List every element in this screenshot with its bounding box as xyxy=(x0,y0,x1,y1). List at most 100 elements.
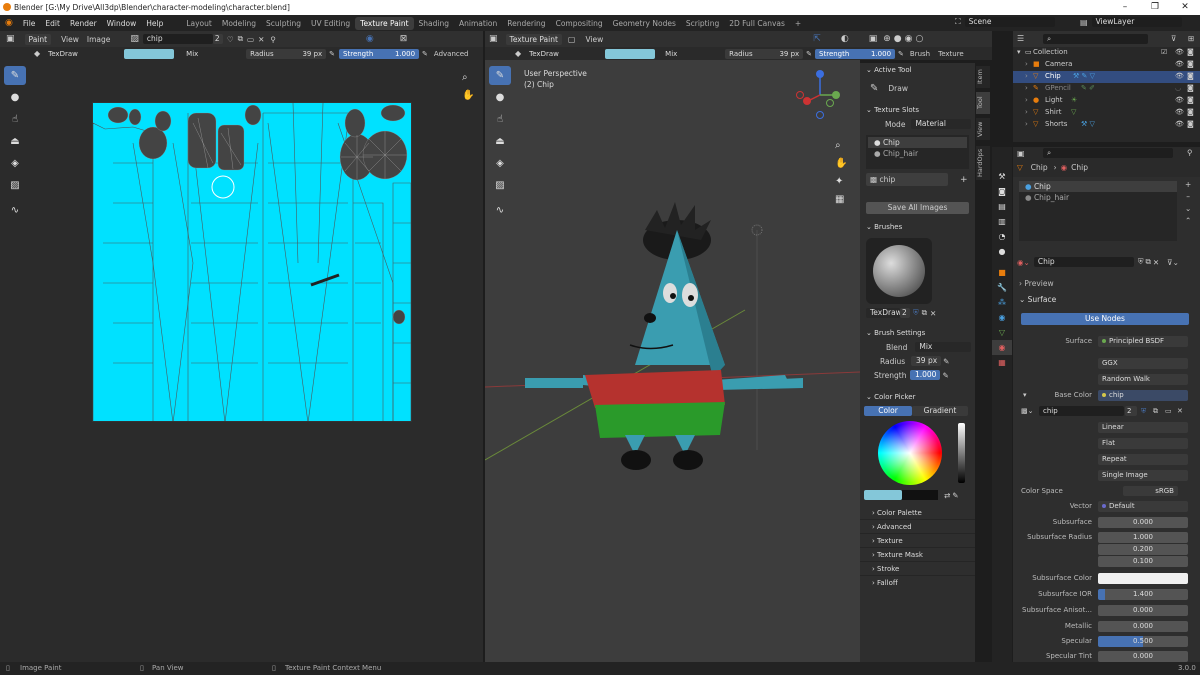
camera-render-icon[interactable]: ◙ xyxy=(1187,60,1194,68)
blend-field[interactable]: Mix xyxy=(915,342,972,352)
overlays-icon[interactable]: ⊠ xyxy=(400,34,408,44)
pin-icon[interactable]: ⚲ xyxy=(270,35,276,44)
shorts-render-icon[interactable]: ◙ xyxy=(1187,120,1194,128)
mask-toggle-icon[interactable]: ▢ xyxy=(568,35,576,44)
tab-geometry-nodes[interactable]: Geometry Nodes xyxy=(608,17,681,30)
interpolation-dropdown[interactable]: Linear xyxy=(1098,422,1188,433)
viewport-color-swatch[interactable] xyxy=(605,48,656,59)
blender-menu-icon[interactable]: ◉ xyxy=(5,18,13,28)
close-image-icon[interactable]: ✕ xyxy=(258,35,264,44)
color-space-dropdown[interactable]: sRGB xyxy=(1123,486,1178,496)
image-slot-field[interactable]: ▩ chip xyxy=(866,173,948,186)
chip-eye-icon[interactable]: 👁 xyxy=(1175,72,1184,80)
light-eye-icon[interactable]: 👁 xyxy=(1175,96,1184,104)
ss-radius-x-field[interactable]: 1.000 xyxy=(1098,532,1188,543)
use-nodes-button[interactable]: Use Nodes xyxy=(1021,313,1189,325)
ss-ior-field[interactable]: 1.400 xyxy=(1098,589,1188,600)
brushes-header[interactable]: ⌄ Brushes xyxy=(860,220,975,234)
material-slot-chip[interactable]: ● Chip xyxy=(1019,181,1177,192)
color-picker-header[interactable]: ⌄ Color Picker xyxy=(860,390,975,404)
spec-tint-field[interactable]: 0.000 xyxy=(1098,651,1188,662)
primary-color-swatch[interactable] xyxy=(864,490,902,500)
scene-selector[interactable]: ⛶ Scene xyxy=(955,17,1055,27)
close-icon[interactable]: ✕ xyxy=(1170,0,1200,15)
vector-field[interactable]: Default xyxy=(1098,501,1188,512)
light-expand-icon[interactable]: › xyxy=(1025,96,1028,104)
gizmo-toggle-icon[interactable]: ⇱ xyxy=(813,34,821,44)
light-render-icon[interactable]: ◙ xyxy=(1187,96,1194,104)
radius-pen-icon[interactable]: ✎ xyxy=(943,357,949,366)
overlays-toggle-icon[interactable]: ◐ xyxy=(841,34,849,44)
material-unlink-icon[interactable]: ✕ xyxy=(1153,258,1159,267)
viewport-pan-icon[interactable]: ✋ xyxy=(835,158,847,169)
viewport-brush-name[interactable]: TexDraw xyxy=(525,48,596,59)
brush-fake-user-icon[interactable]: ⛨ xyxy=(913,308,919,318)
shirt-render-icon[interactable]: ◙ xyxy=(1187,108,1194,116)
brush-menu[interactable]: Brush xyxy=(910,50,930,58)
smear-tool-icon[interactable]: ☝ xyxy=(4,110,26,129)
tab-texture-paint[interactable]: Texture Paint xyxy=(355,16,414,30)
viewport-radius-pressure-icon[interactable]: ✎ xyxy=(806,50,812,58)
outliner-type-icon[interactable]: ☰ xyxy=(1017,34,1024,43)
strength-pen-icon[interactable]: ✎ xyxy=(942,371,948,380)
ss-radius-y-field[interactable]: 0.200 xyxy=(1098,544,1188,555)
viewport-strength-field[interactable]: Strength 1.000 xyxy=(815,48,896,59)
scene-tab-icon[interactable]: ◔ xyxy=(992,229,1012,244)
brush-settings-header[interactable]: ⌄ Brush Settings xyxy=(860,326,975,340)
radius-value[interactable]: 39 px xyxy=(911,356,942,366)
outliner-row-shorts[interactable]: › ▽ Shorts ⚒ ▽ 👁 ◙ xyxy=(1013,119,1200,131)
tab-rendering[interactable]: Rendering xyxy=(502,17,550,30)
navigation-gizmo[interactable] xyxy=(795,65,855,125)
texture-slots-header[interactable]: ⌄ Texture Slots xyxy=(860,103,975,117)
extension-dropdown[interactable]: Repeat xyxy=(1098,454,1188,465)
menu-window[interactable]: Window xyxy=(107,19,137,28)
distribution-dropdown[interactable]: GGX xyxy=(1098,358,1188,369)
strength-value[interactable]: 1.000 xyxy=(910,370,941,380)
tab-item[interactable]: Item xyxy=(976,66,990,88)
vp-draw-tool-icon[interactable]: ✎ xyxy=(489,66,511,85)
shading-material-icon[interactable]: ◉ xyxy=(905,34,913,44)
surface-shader-field[interactable]: Principled BSDF xyxy=(1098,336,1188,347)
zoom-view-icon[interactable]: ⌕ xyxy=(462,72,468,83)
active-tool-header[interactable]: ⌄ Active Tool xyxy=(860,63,975,77)
new-image-icon[interactable]: ⧉ xyxy=(238,34,243,44)
advanced-menu[interactable]: Advanced xyxy=(434,50,469,58)
falloff-panel[interactable]: › Falloff xyxy=(860,576,975,590)
mask-tool-icon[interactable]: ▨ xyxy=(4,176,26,195)
material-tab-icon[interactable]: ◉ xyxy=(992,340,1012,355)
xray-icon[interactable]: ▣ xyxy=(869,34,878,44)
menu-file[interactable]: File xyxy=(23,19,36,28)
minimize-icon[interactable]: – xyxy=(1110,0,1140,15)
tab-uv-editing[interactable]: UV Editing xyxy=(306,17,355,30)
fake-user-icon[interactable]: ♡ xyxy=(227,35,234,44)
collection-eye-icon[interactable]: 👁 xyxy=(1175,48,1184,56)
node-image-copy-icon[interactable]: ⧉ xyxy=(1153,407,1158,416)
menu-render[interactable]: Render xyxy=(70,19,97,28)
image-menu[interactable]: Image xyxy=(87,35,111,44)
outliner-row-camera[interactable]: › ■ Camera 👁 ◙ xyxy=(1013,59,1200,71)
view-layer-tab-icon[interactable]: ▥ xyxy=(992,214,1012,229)
scene-name[interactable]: Scene xyxy=(964,17,1055,27)
vp-clone-tool-icon[interactable]: ⏏ xyxy=(489,132,511,151)
world-tab-icon[interactable]: ● xyxy=(992,244,1012,259)
preview-panel[interactable]: › Preview xyxy=(1019,279,1054,288)
render-tab-icon[interactable]: ◙ xyxy=(992,184,1012,199)
new-collection-icon[interactable]: ⊞ xyxy=(1188,34,1194,43)
fill-tool-icon[interactable]: ◈ xyxy=(4,154,26,173)
image-browse-field-icon[interactable]: ▩⌄ xyxy=(1021,407,1033,415)
strength-pressure-icon[interactable]: ✎ xyxy=(422,50,428,58)
tab-modeling[interactable]: Modeling xyxy=(217,17,261,30)
image-browse-icon[interactable]: ▨ xyxy=(130,34,139,44)
active-tool-row[interactable]: ✎ Draw xyxy=(860,77,975,99)
save-all-images-button[interactable]: Save All Images xyxy=(866,202,969,214)
viewport-strength-pressure-icon[interactable]: ✎ xyxy=(898,50,904,58)
editor-type-icon[interactable]: ▣ xyxy=(6,34,15,44)
vp-fill-tool-icon[interactable]: ◈ xyxy=(489,154,511,173)
outliner-filter-icon[interactable]: ⊽ xyxy=(1171,34,1177,43)
subsurface-method-dropdown[interactable]: Random Walk xyxy=(1098,374,1188,385)
outliner-row-gpencil[interactable]: › ✎ GPencil ✎ ✐ ◡ ◙ xyxy=(1013,83,1200,95)
vp-soften-tool-icon[interactable]: ● xyxy=(489,88,511,107)
texture-menu[interactable]: Texture xyxy=(938,50,964,58)
soften-tool-icon[interactable]: ● xyxy=(4,88,26,107)
viewport-view-menu[interactable]: View xyxy=(585,35,603,44)
